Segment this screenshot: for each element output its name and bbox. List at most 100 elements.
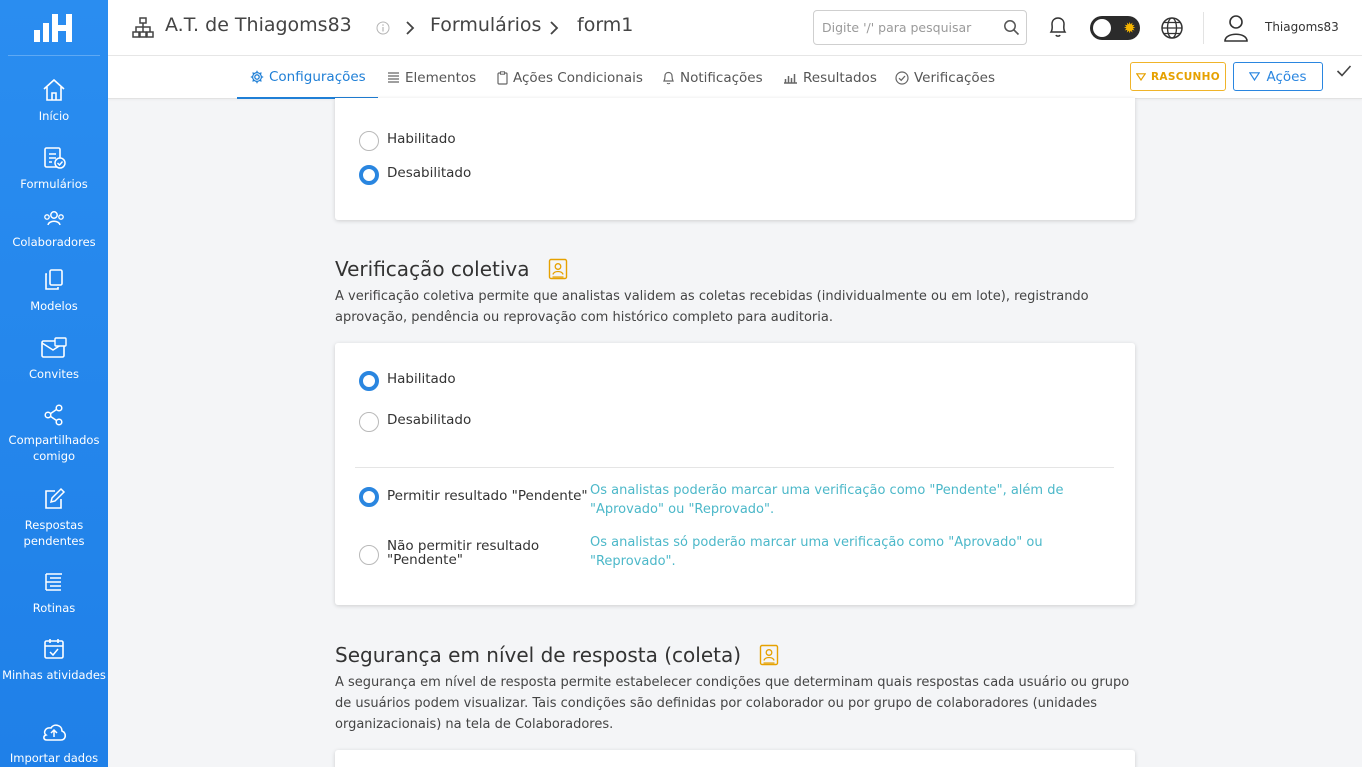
allow-pending-hint: Os analistas poderão marcar uma verifica…	[590, 483, 1064, 517]
tab-resultados[interactable]: Resultados	[783, 56, 877, 99]
radio-circle	[359, 412, 379, 432]
chevron-right-icon	[406, 21, 415, 35]
tab-notificacoes[interactable]: Notificações	[662, 56, 763, 99]
radio-label: Permitir resultado "Pendente"	[387, 487, 588, 504]
section-description: A segurança em nível de resposta permite…	[335, 675, 1130, 732]
section-title-verificacao: Verificação coletiva	[335, 257, 568, 281]
actions-label: Ações	[1266, 68, 1307, 85]
tab-configuracoes[interactable]: Configurações	[237, 56, 378, 99]
username[interactable]: Thiagoms83	[1265, 20, 1339, 34]
deny-pending-hint: Os analistas só poderão marcar uma verif…	[590, 535, 1043, 569]
user-avatar-icon[interactable]	[1223, 13, 1249, 43]
sidebar-item-minhas-atividades[interactable]: Minhas atividades	[0, 637, 108, 683]
clipboard-icon	[497, 70, 508, 85]
tab-label: Verificações	[914, 69, 996, 86]
divider	[1203, 12, 1204, 44]
section-title-seguranca: Segurança em nível de resposta (coleta)	[335, 643, 779, 667]
globe-icon[interactable]	[1160, 16, 1184, 40]
chart-icon	[784, 74, 797, 84]
chevron-right-icon	[550, 21, 559, 35]
sidebar-item-inicio[interactable]: Início	[0, 78, 108, 124]
radio-habilitado[interactable]: Habilitado	[359, 371, 456, 391]
bell-icon	[663, 71, 674, 84]
contact-book-icon[interactable]	[759, 644, 779, 666]
sidebar-item-label: Colaboradores	[12, 235, 96, 249]
radio-label: Habilitado	[387, 130, 456, 147]
filter-icon	[1136, 72, 1147, 81]
tab-label: Elementos	[405, 69, 477, 86]
radio-label: Não permitir resultado "Pendente"	[387, 538, 540, 568]
radio-circle-selected	[359, 165, 379, 185]
sidebar-item-importar-dados[interactable]: Importar dados	[0, 720, 108, 766]
tab-verificacoes[interactable]: Verificações	[895, 56, 995, 99]
org-name[interactable]: A.T. de Thiagoms83	[165, 14, 352, 36]
actions-button[interactable]: Ações	[1233, 62, 1323, 91]
sidebar-item-rotinas[interactable]: Rotinas	[0, 570, 108, 616]
tab-label: Resultados	[803, 69, 877, 86]
section-title-text: Verificação coletiva	[335, 257, 530, 281]
theme-toggle[interactable]: ✹	[1090, 16, 1140, 40]
tabs-bar: Configurações Elementos Ações Condiciona…	[108, 56, 1362, 99]
sidebar-item-formularios[interactable]: Formulários	[0, 146, 108, 192]
sidebar: Início Formulários Colaboradores Modelos…	[0, 0, 108, 767]
search-icon[interactable]	[1003, 19, 1020, 36]
app-logo[interactable]	[8, 0, 100, 56]
tab-label: Ações Condicionais	[513, 69, 643, 86]
sidebar-item-compartilhados[interactable]: Compartilhados comigo	[0, 404, 108, 464]
sun-icon: ✹	[1123, 19, 1136, 37]
sidebar-item-convites[interactable]: Convites	[0, 336, 108, 382]
radio-desabilitado[interactable]: Desabilitado	[359, 165, 471, 185]
gear-icon	[250, 70, 264, 83]
section-description: A verificação coletiva permite que anali…	[335, 289, 1089, 325]
radio-desabilitado[interactable]: Desabilitado	[359, 412, 471, 432]
edit-icon	[45, 487, 66, 509]
radio-circle	[359, 131, 379, 151]
search-box	[813, 10, 1027, 45]
breadcrumb-formularios[interactable]: Formulários	[430, 14, 541, 36]
radio-nao-permitir-pendente[interactable]: Não permitir resultado "Pendente"	[359, 539, 547, 567]
sidebar-item-label: Formulários	[20, 177, 88, 191]
section-title-text: Segurança em nível de resposta (coleta)	[335, 643, 742, 667]
sidebar-item-label: Início	[38, 109, 70, 123]
home-icon	[43, 78, 65, 101]
tab-acoes-condicionais[interactable]: Ações Condicionais	[497, 56, 643, 99]
bell-icon[interactable]	[1047, 15, 1069, 39]
draft-label: RASCUNHO	[1151, 70, 1220, 83]
org-tree-icon[interactable]	[132, 17, 154, 39]
users-icon	[44, 211, 64, 226]
logo-icon	[34, 13, 72, 42]
sidebar-item-label: Compartilhados comigo	[8, 433, 100, 463]
cloud-upload-icon	[43, 724, 67, 741]
radio-circle-selected	[359, 487, 379, 507]
sidebar-item-label: Rotinas	[32, 601, 76, 615]
sidebar-item-modelos[interactable]: Modelos	[0, 268, 108, 314]
sidebar-item-colaboradores[interactable]: Colaboradores	[0, 210, 108, 250]
tab-label: Configurações	[269, 68, 366, 85]
contact-book-icon[interactable]	[548, 258, 568, 280]
sidebar-item-label: Respostas pendentes	[23, 518, 85, 548]
radio-label: Desabilitado	[387, 411, 472, 428]
verification-card: Habilitado Desabilitado Permitir resulta…	[335, 343, 1135, 605]
info-icon[interactable]	[376, 21, 390, 35]
calendar-check-icon	[44, 639, 64, 659]
tab-label: Notificações	[680, 69, 763, 86]
invites-icon	[41, 337, 67, 358]
check-icon[interactable]	[1336, 64, 1352, 78]
tab-elementos[interactable]: Elementos	[387, 56, 476, 99]
list-icon	[388, 72, 399, 83]
radio-label: Habilitado	[387, 370, 456, 387]
sidebar-item-respostas-pendentes[interactable]: Respostas pendentes	[0, 487, 108, 549]
search-input[interactable]	[814, 11, 994, 44]
sidebar-item-label: Minhas atividades	[2, 668, 106, 682]
filter-icon	[1249, 72, 1261, 81]
top-bar: A.T. de Thiagoms83 Formulários form1 ✹ T…	[108, 0, 1362, 56]
security-card	[335, 750, 1135, 767]
breadcrumb-form[interactable]: form1	[577, 14, 633, 36]
radio-permitir-pendente[interactable]: Permitir resultado "Pendente"	[359, 487, 588, 507]
share-icon	[44, 404, 63, 426]
radio-circle	[359, 545, 379, 565]
draft-button[interactable]: RASCUNHO	[1130, 62, 1226, 91]
radio-habilitado[interactable]: Habilitado	[359, 131, 456, 151]
toggle-knob	[1093, 19, 1111, 37]
sidebar-item-label: Modelos	[30, 299, 78, 313]
